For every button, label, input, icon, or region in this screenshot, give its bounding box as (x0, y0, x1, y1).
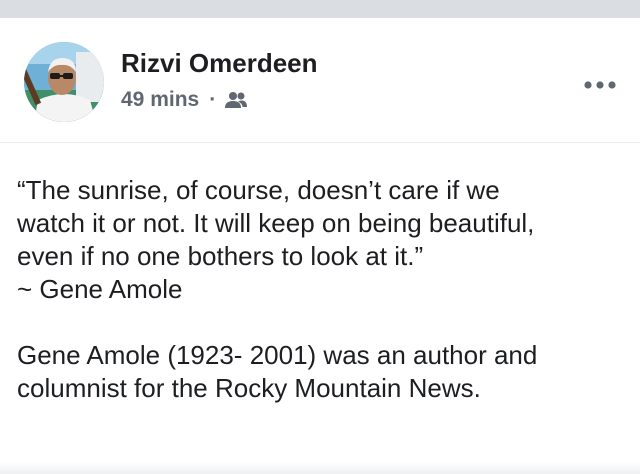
post-text-line: Gene Amole (1923- 2001) was an author an… (17, 340, 538, 370)
ellipsis-icon (584, 81, 616, 89)
post-card: Rizvi Omerdeen 49 mins · “The sunrise, o… (0, 18, 640, 474)
post-text-line: watch it or not. It will keep on being b… (17, 208, 535, 238)
more-options-button[interactable] (582, 76, 618, 94)
header-divider (0, 142, 640, 143)
post-text-line: “The sunrise, of course, doesn’t care if… (17, 175, 500, 205)
meta-separator: · (209, 88, 217, 111)
friends-icon[interactable] (224, 91, 248, 109)
post-body: “The sunrise, of course, doesn’t care if… (17, 174, 629, 405)
post-timestamp[interactable]: 49 mins (121, 88, 199, 112)
post-text-line: ~ Gene Amole (17, 274, 183, 304)
avatar-photo (24, 42, 104, 122)
avatar[interactable] (24, 42, 104, 122)
post-text-line: even if no one bothers to look at it.” (17, 241, 424, 271)
feed-separator (0, 0, 640, 18)
post-text-line: columnist for the Rocky Mountain News. (17, 373, 481, 403)
author-name[interactable]: Rizvi Omerdeen (121, 48, 318, 79)
post-meta: 49 mins · (121, 86, 248, 114)
card-bottom-edge (0, 462, 640, 474)
